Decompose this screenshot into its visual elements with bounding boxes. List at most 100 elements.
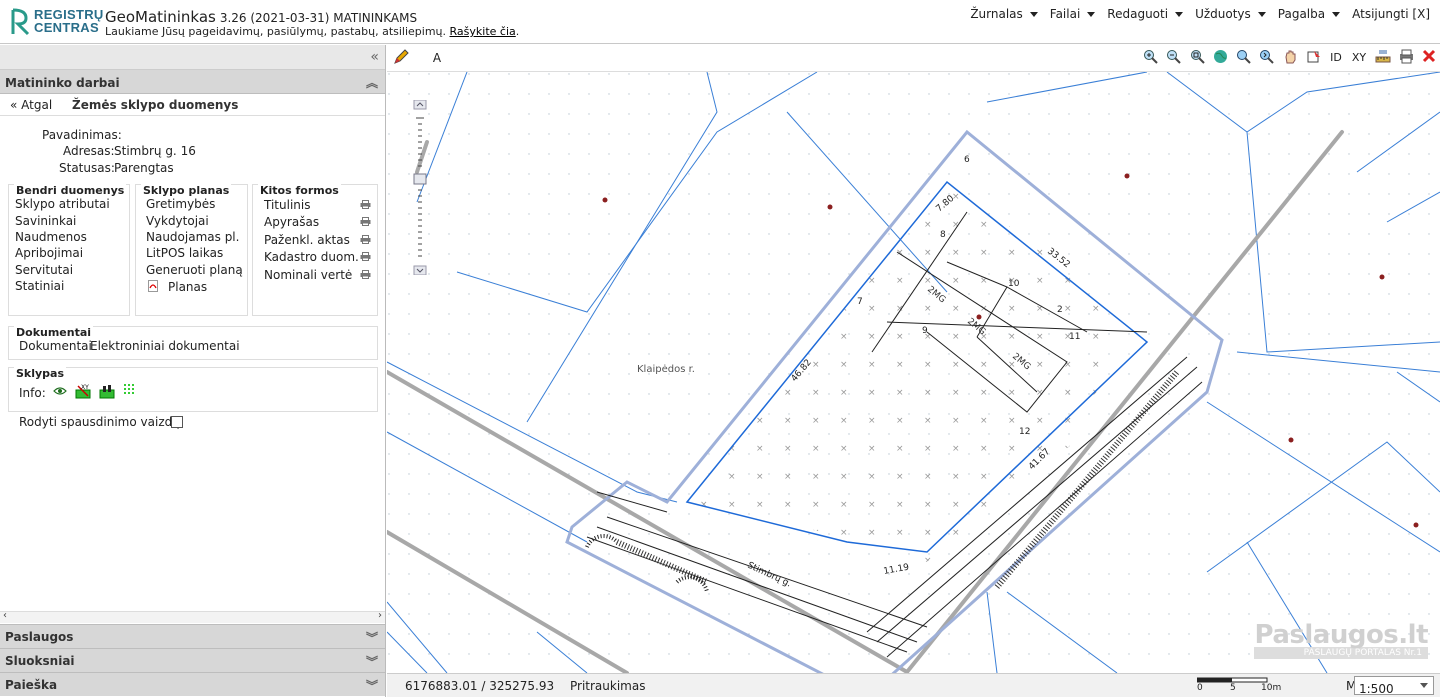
left-panel: « Matininko darbai ︽ « Atgal Žemės sklyp… xyxy=(0,45,386,697)
chevron-down-icon[interactable]: ︾ xyxy=(366,677,378,694)
point-label: 6 xyxy=(964,155,970,165)
link-titulinis[interactable]: Titulinis xyxy=(264,198,310,212)
coordinates-readout: 6176883.01 / 325275.93 xyxy=(405,679,555,693)
link-elektroniniai-dokumentai[interactable]: Elektroniniai dokumentai xyxy=(90,339,240,353)
scalebar: 0 5 10m xyxy=(1197,677,1281,695)
xy-parcel-icon[interactable]: XY xyxy=(75,383,91,402)
printer-icon[interactable] xyxy=(360,252,371,261)
logo-text: REGISTRŲ CENTRAS xyxy=(34,7,104,35)
feedback-link[interactable]: Rašykite čia xyxy=(450,25,516,38)
close-icon[interactable] xyxy=(1420,49,1438,67)
scroll-right-icon[interactable]: › xyxy=(378,610,382,621)
link-servitutai[interactable]: Servitutai xyxy=(15,263,73,277)
chevron-down-icon xyxy=(1420,683,1428,688)
feedback-text: Laukiame Jūsų pageidavimų, pasiūlymų, pa… xyxy=(105,25,520,38)
link-litpos-laikas[interactable]: LitPOS laikas xyxy=(146,246,223,260)
select-feature-icon[interactable] xyxy=(1304,49,1322,67)
general-data-box: Bendri duomenys Sklypo atributai Savinin… xyxy=(8,184,130,316)
link-statiniai[interactable]: Statiniai xyxy=(15,279,64,293)
chevron-down-icon[interactable]: ︾ xyxy=(366,653,378,670)
logout-link[interactable]: Atsijungti [X] xyxy=(1346,7,1436,21)
zoom-in-icon[interactable] xyxy=(1141,49,1159,67)
other-forms-box: Kitos formos Titulinis Apyrašas Paženkl.… xyxy=(252,184,378,316)
map-canvas[interactable]: × xyxy=(387,72,1440,673)
breadcrumb: « Atgal Žemės sklypo duomenys xyxy=(0,94,385,116)
documents-title: Dokumentai xyxy=(14,326,94,339)
page-title: Žemės sklypo duomenys xyxy=(72,98,239,112)
link-vykdytojai[interactable]: Vykdytojai xyxy=(146,214,209,228)
svg-text:XY: XY xyxy=(81,384,89,391)
address-value: Stimbrų g. 16 xyxy=(114,144,196,158)
zoom-previous-icon[interactable] xyxy=(1234,49,1252,67)
point-label: 12 xyxy=(1019,427,1030,437)
map-statusbar: 6176883.01 / 325275.93 Pritraukimas 0 5 … xyxy=(387,673,1440,697)
print-view-checkbox[interactable] xyxy=(171,416,183,428)
link-apyrasas[interactable]: Apyrašas xyxy=(264,215,319,229)
pencil-icon[interactable] xyxy=(392,49,410,67)
section-header-matininko-darbai[interactable]: Matininko darbai ︽ xyxy=(0,70,385,94)
link-generuoti-plana[interactable]: Generuoti planą xyxy=(146,263,243,277)
link-dokumentai[interactable]: Dokumentai xyxy=(19,339,92,353)
measure-icon[interactable] xyxy=(1374,49,1392,67)
zoom-slider[interactable] xyxy=(413,99,427,276)
tool-mode: Pritraukimas xyxy=(570,679,646,693)
eye-icon[interactable] xyxy=(53,384,67,401)
zoom-box-icon[interactable] xyxy=(1188,49,1206,67)
menu-pagalba[interactable]: Pagalba xyxy=(1272,7,1346,21)
point-label: 10 xyxy=(1008,279,1020,289)
link-naudmenos[interactable]: Naudmenos xyxy=(15,230,87,244)
identify-button[interactable]: ID xyxy=(1327,49,1345,67)
menu-redaguoti[interactable]: Redaguoti xyxy=(1101,7,1189,21)
zoom-out-icon[interactable] xyxy=(1164,49,1182,67)
menu-zurnalas[interactable]: Žurnalas xyxy=(964,7,1043,21)
print-view-label: Rodyti spausdinimo vaizdą: xyxy=(19,415,184,429)
printer-icon[interactable] xyxy=(360,270,371,279)
map-toolbar: A ID XY xyxy=(387,45,1440,72)
zoom-next-icon[interactable] xyxy=(1257,49,1275,67)
link-gretimybes[interactable]: Gretimybės xyxy=(146,197,215,211)
link-planas[interactable]: Planas xyxy=(168,280,207,294)
collapse-left-icon[interactable]: « xyxy=(370,49,379,65)
parcel-plan-title: Sklypo planas xyxy=(141,184,232,197)
documents-box: Dokumentai Dokumentai Elektroniniai doku… xyxy=(8,326,378,360)
pdf-icon[interactable] xyxy=(148,280,158,295)
link-naudojamas-pl[interactable]: Naudojamas pl. xyxy=(146,230,239,244)
horizontal-scrollbar[interactable]: ‹ › xyxy=(0,610,385,623)
section-header-paieska[interactable]: Paieška ︾ xyxy=(0,672,385,696)
link-savininkai[interactable]: Savininkai xyxy=(15,214,76,228)
xy-button[interactable]: XY xyxy=(1350,49,1368,67)
scroll-left-icon[interactable]: ‹ xyxy=(3,610,7,621)
text-tool-button[interactable]: A xyxy=(428,49,446,67)
scalebar-label: 10m xyxy=(1261,683,1282,693)
printer-icon[interactable] xyxy=(360,217,371,226)
scalebar-label: 0 xyxy=(1197,683,1203,693)
scale-select[interactable]: 1:500 xyxy=(1354,676,1434,696)
menu-uzduotys[interactable]: Užduotys xyxy=(1189,7,1272,21)
link-pazenkl-aktas[interactable]: Paženkl. aktas xyxy=(264,233,350,247)
back-link[interactable]: « Atgal xyxy=(10,98,52,112)
parcel-plan-box: Sklypo planas Gretimybės Vykdytojai Naud… xyxy=(135,184,248,316)
link-sklypo-atributai[interactable]: Sklypo atributai xyxy=(15,197,110,211)
map-area[interactable]: × xyxy=(387,45,1440,697)
app-title: GeoMatininkas 3.26 (2021-03-31) MATININKA… xyxy=(105,8,418,26)
print-icon[interactable] xyxy=(1397,49,1415,67)
parcel-buildings-icon[interactable] xyxy=(99,383,115,402)
globe-icon[interactable] xyxy=(1211,49,1229,67)
printer-icon[interactable] xyxy=(360,235,371,244)
grid-points-icon[interactable] xyxy=(123,383,137,400)
point-label: 2 xyxy=(1057,305,1063,315)
chevron-down-icon[interactable]: ︾ xyxy=(366,629,378,646)
app-version: 3.26 (2021-03-31) MATININKAMS xyxy=(219,11,418,25)
link-apribojimai[interactable]: Apribojimai xyxy=(15,246,83,260)
chevron-down-icon xyxy=(1029,11,1038,17)
registru-centras-logo[interactable]: REGISTRŲ CENTRAS xyxy=(10,6,103,38)
link-kadastro-duom[interactable]: Kadastro duom. xyxy=(264,250,359,264)
point-label: 8 xyxy=(940,230,946,240)
pan-hand-icon[interactable] xyxy=(1281,49,1299,67)
printer-icon[interactable] xyxy=(360,200,371,209)
link-nominali-verte[interactable]: Nominali vertė xyxy=(264,268,352,282)
section-header-sluoksniai[interactable]: Sluoksniai ︾ xyxy=(0,648,385,672)
section-header-paslaugos[interactable]: Paslaugos ︾ xyxy=(0,624,385,648)
menu-failai[interactable]: Failai xyxy=(1044,7,1102,21)
chevron-up-icon[interactable]: ︽ xyxy=(366,74,378,91)
